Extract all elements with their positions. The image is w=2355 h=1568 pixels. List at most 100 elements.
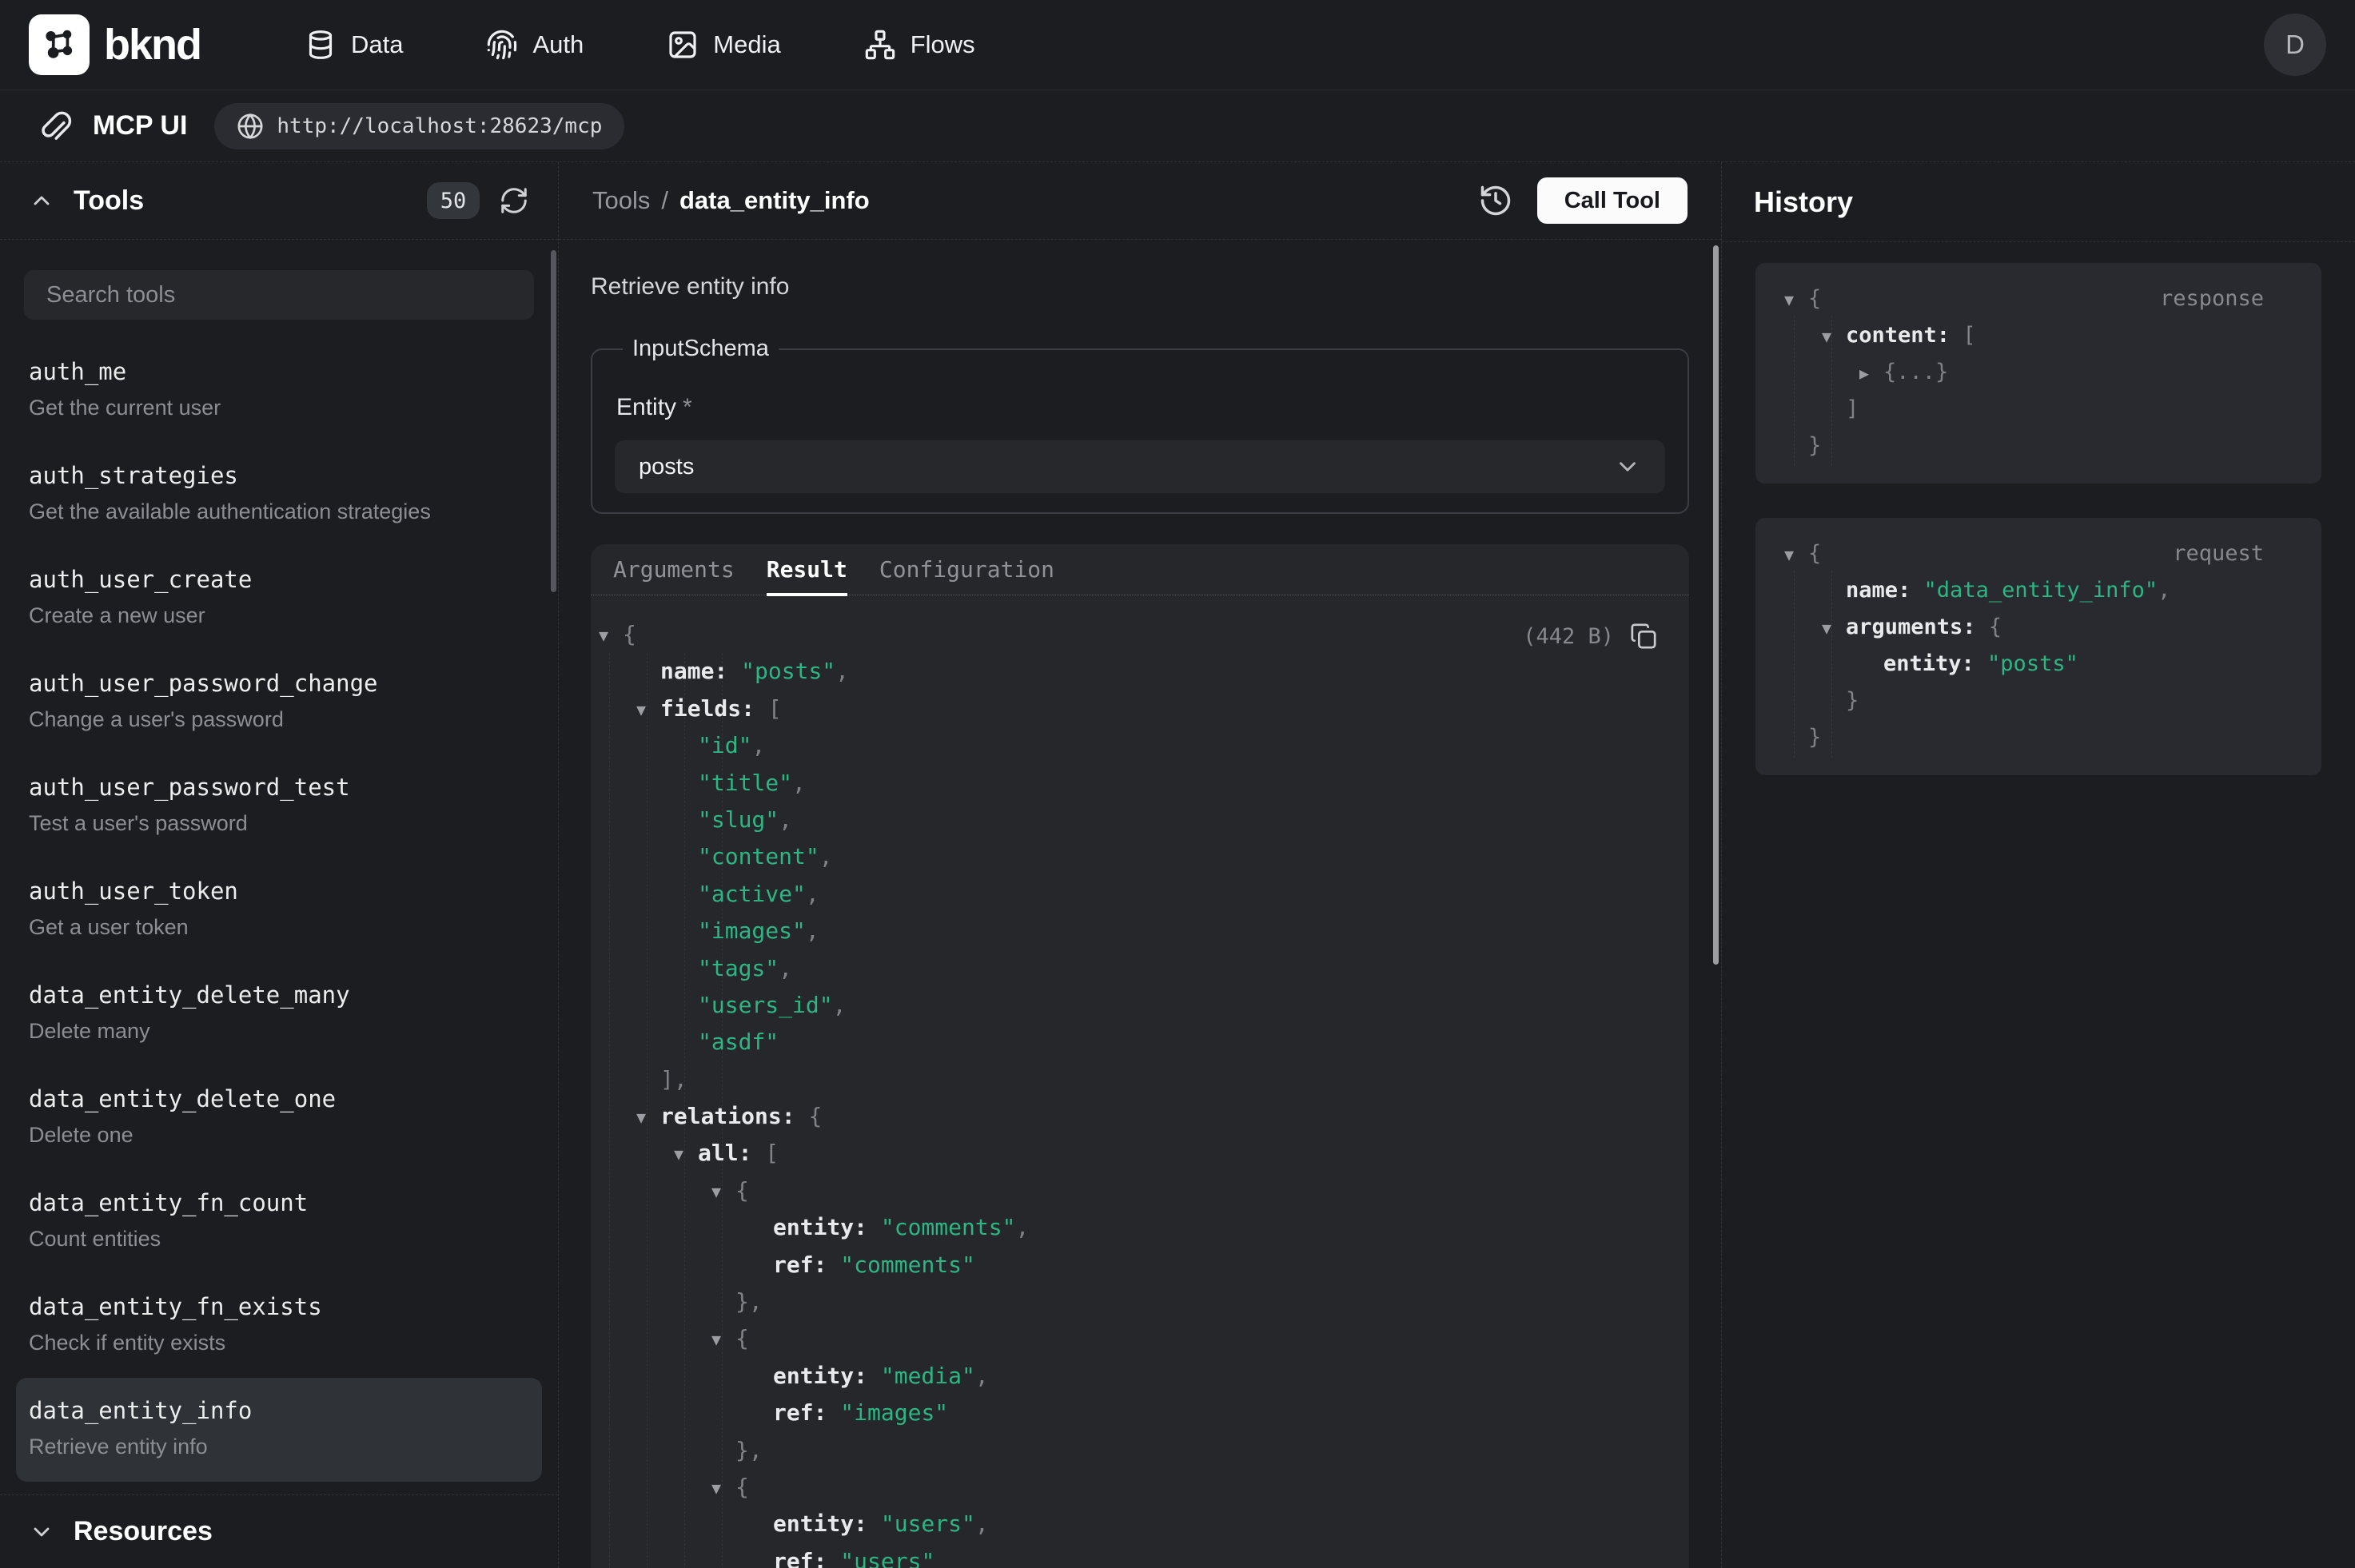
- history-entry-response[interactable]: ▼{response▼content: [▶{...}]}: [1755, 263, 2321, 484]
- json-punctuation: ,: [2158, 578, 2170, 603]
- chevron-up-icon: [29, 188, 54, 213]
- entity-select-value: posts: [639, 454, 694, 480]
- breadcrumb-section[interactable]: Tools: [592, 186, 650, 215]
- json-punctuation: ,: [835, 658, 849, 684]
- json-line: }: [1755, 428, 2293, 464]
- tool-list-item[interactable]: auth_user_password_change Change a user'…: [16, 651, 542, 754]
- tool-detail-panel: Tools / data_entity_info Call Tool Retri…: [559, 162, 1722, 1568]
- tree-toggle-icon[interactable]: ▶: [1859, 355, 1869, 392]
- json-line: entity: "users",: [591, 1506, 1657, 1542]
- nav-item-data[interactable]: Data: [305, 29, 403, 61]
- json-string: "images": [840, 1399, 948, 1426]
- history-response-lines: ▼{response▼content: [▶{...}]}: [1755, 281, 2293, 464]
- tool-name: data_entity_info: [29, 1397, 529, 1424]
- tool-description: Get a user token: [29, 915, 529, 940]
- tool-list-item[interactable]: data_entity_fn_exists Check if entity ex…: [16, 1274, 542, 1378]
- tree-toggle-icon[interactable]: ▼: [711, 1173, 721, 1210]
- mcp-url-pill[interactable]: http://localhost:28623/mcp: [214, 103, 624, 149]
- json-key: entity:: [773, 1510, 881, 1537]
- json-line: "users_id",: [591, 987, 1657, 1024]
- nav-item-auth[interactable]: Auth: [486, 29, 584, 61]
- history-button[interactable]: [1478, 183, 1513, 218]
- tree-toggle-icon[interactable]: ▼: [674, 1136, 683, 1172]
- json-line: ▼ all: [: [591, 1135, 1657, 1172]
- copy-result-button[interactable]: [1630, 623, 1657, 650]
- tool-list-item[interactable]: auth_me Get the current user: [16, 339, 542, 443]
- search-wrap: [0, 240, 558, 334]
- tool-description: Check if entity exists: [29, 1331, 529, 1355]
- tool-list-item[interactable]: auth_strategies Get the available authen…: [16, 443, 542, 547]
- search-tools-input[interactable]: [24, 270, 534, 320]
- mcp-bar: MCP UI http://localhost:28623/mcp: [0, 90, 2355, 162]
- nav-item-flows[interactable]: Flows: [864, 29, 975, 61]
- json-string: "slug": [698, 806, 779, 833]
- json-line: entity: "comments",: [591, 1209, 1657, 1246]
- tool-list-item[interactable]: auth_user_password_test Test a user's pa…: [16, 754, 542, 858]
- json-key: content:: [1846, 323, 1962, 348]
- history-entry-request[interactable]: ▼{requestname: "data_entity_info",▼argum…: [1755, 518, 2321, 775]
- workflow-icon: [864, 29, 896, 61]
- tool-list-item[interactable]: data_entity_fn_count Count entities: [16, 1170, 542, 1274]
- tool-list-item[interactable]: auth_user_token Get a user token: [16, 858, 542, 962]
- json-string: "tags": [698, 955, 779, 981]
- result-json-lines: ▼{name: "posts",▼fields: ["id","title","…: [591, 616, 1657, 1568]
- json-key: entity:: [1883, 651, 1987, 676]
- tool-description: Test a user's password: [29, 811, 529, 836]
- nav-item-media[interactable]: Media: [667, 29, 780, 61]
- tab-arguments[interactable]: Arguments: [613, 544, 735, 595]
- json-punctuation: ,: [975, 1510, 989, 1537]
- json-string: "id": [698, 732, 751, 758]
- user-avatar[interactable]: D: [2264, 14, 2326, 76]
- json-string: "users": [881, 1510, 975, 1537]
- tool-description: Change a user's password: [29, 707, 529, 732]
- tool-list-item[interactable]: data_entity_delete_many Delete many: [16, 962, 542, 1066]
- tree-toggle-icon[interactable]: ▼: [711, 1470, 721, 1506]
- refresh-tools-button[interactable]: [499, 185, 529, 216]
- entity-select[interactable]: posts: [615, 440, 1665, 493]
- json-key: entity:: [773, 1363, 881, 1389]
- copy-icon: [1630, 623, 1657, 650]
- json-punctuation: {: [1808, 286, 1821, 311]
- json-line: }: [1755, 719, 2293, 756]
- json-line: }: [1755, 683, 2293, 719]
- tool-name: auth_user_create: [29, 566, 529, 593]
- nav-label: Flows: [911, 30, 975, 59]
- json-key: all:: [698, 1140, 765, 1166]
- resources-section-title: Resources: [74, 1516, 213, 1547]
- resources-section-header[interactable]: Resources: [0, 1494, 558, 1568]
- json-line: "images",: [591, 913, 1657, 949]
- tool-description: Create a new user: [29, 603, 529, 628]
- tool-list-item[interactable]: data_entity_info Retrieve entity info: [16, 1378, 542, 1482]
- json-key: entity:: [773, 1214, 881, 1240]
- main-panel-scrollbar[interactable]: [1713, 245, 1719, 965]
- tree-toggle-icon[interactable]: ▼: [1784, 281, 1794, 318]
- json-string: "content": [698, 843, 819, 870]
- tab-result[interactable]: Result: [767, 544, 847, 595]
- tree-toggle-icon[interactable]: ▼: [636, 1099, 646, 1136]
- tree-toggle-icon[interactable]: ▼: [599, 617, 608, 654]
- json-line: "content",: [591, 838, 1657, 875]
- tree-toggle-icon[interactable]: ▼: [636, 691, 646, 728]
- json-punctuation: ,: [975, 1363, 989, 1389]
- json-string: "users": [840, 1548, 934, 1568]
- json-punctuation: [: [765, 1140, 779, 1166]
- tools-section-header[interactable]: Tools 50: [0, 162, 558, 240]
- tree-toggle-icon[interactable]: ▼: [711, 1321, 721, 1358]
- brand-logo[interactable]: bknd: [29, 14, 201, 75]
- result-size-badge: (442 B): [1523, 624, 1614, 649]
- sidebar-scrollbar[interactable]: [551, 250, 556, 592]
- tool-list-item[interactable]: data_entity_delete_one Delete one: [16, 1066, 542, 1170]
- tools-count-badge: 50: [427, 182, 480, 219]
- tree-toggle-icon[interactable]: ▼: [1784, 536, 1794, 573]
- tool-list-item[interactable]: auth_user_create Create a new user: [16, 547, 542, 651]
- tools-sidebar: Tools 50 auth_me Get the current user au…: [0, 162, 559, 1568]
- tree-toggle-icon[interactable]: ▼: [1822, 610, 1831, 647]
- json-punctuation: }: [1808, 433, 1821, 458]
- call-tool-button[interactable]: Call Tool: [1537, 177, 1688, 224]
- tab-configuration[interactable]: Configuration: [879, 544, 1054, 595]
- tree-toggle-icon[interactable]: ▼: [1822, 318, 1831, 355]
- json-entry-label: response: [2160, 281, 2264, 317]
- tool-description: Get the available authentication strateg…: [29, 499, 529, 524]
- json-line: ▼relations: {: [591, 1098, 1657, 1135]
- json-punctuation: {: [735, 1325, 749, 1351]
